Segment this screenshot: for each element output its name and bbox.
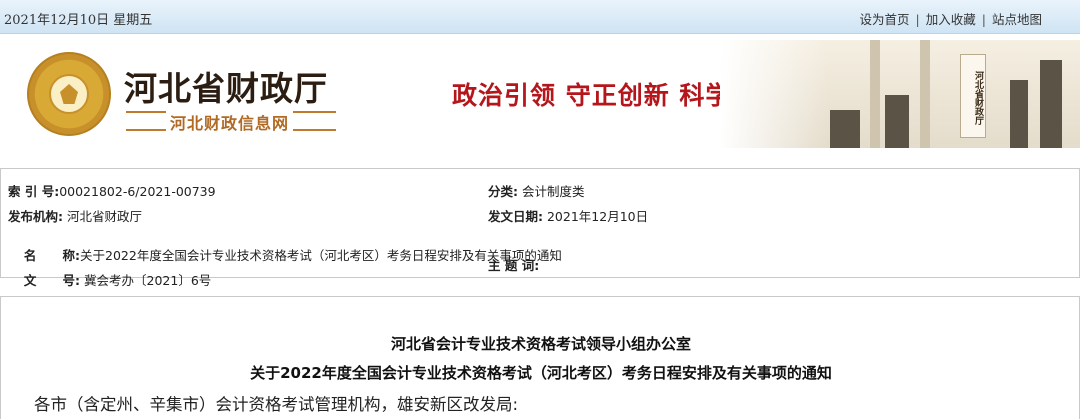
site-subtitle: 河北财政信息网 — [166, 110, 294, 134]
site-banner: 河北省财政厅 河北财政信息网 政治引领 守正创新 科学高效 竞进有为 河北省财政… — [0, 40, 1080, 148]
link-separator: | — [915, 12, 920, 27]
top-bar: 2021年12月10日 星期五 设为首页 | 加入收藏 | 站点地图 — [0, 0, 1080, 34]
category-label: 分类: — [488, 184, 518, 199]
issue-date-value: 2021年12月10日 — [546, 209, 649, 224]
issuer-heading: 河北省会计专业技术资格考试领导小组办公室 — [390, 335, 691, 353]
issue-date-label: 发文日期: — [488, 209, 543, 224]
link-separator: | — [981, 12, 986, 27]
top-links: 设为首页 | 加入收藏 | 站点地图 — [860, 9, 1042, 28]
current-date: 2021年12月10日 星期五 — [4, 13, 153, 28]
publisher-value: 河北省财政厅 — [66, 209, 142, 224]
doc-number-label: 文 号: — [23, 273, 81, 288]
add-favorites-link[interactable]: 加入收藏 — [926, 12, 976, 27]
building-photo: 河北省财政厅 — [720, 40, 1080, 148]
index-number-label: 索 引 号: — [8, 184, 60, 199]
publisher-row: 发布机构: 河北省财政厅 — [8, 206, 142, 225]
building-sign: 河北省财政厅 — [960, 54, 986, 138]
building-window — [830, 110, 860, 148]
subject-label: 主 题 词: — [488, 258, 540, 273]
emblem-inner — [49, 74, 89, 114]
building-window — [1010, 80, 1028, 148]
document-body: 河北省会计专业技术资格考试领导小组办公室 关于2022年度全国会计专业技术资格考… — [0, 296, 1080, 419]
notice-title: 关于2022年度全国会计专业技术资格考试（河北考区）考务日程安排及有关事项的通知 — [250, 364, 832, 382]
index-number-row: 索 引 号:00021802-6/2021-00739 — [8, 181, 216, 200]
building-column — [920, 40, 930, 148]
doc-number-value: 冀会考办〔2021〕6号 — [84, 273, 212, 288]
emblem-mark-icon — [60, 84, 78, 104]
subject-row: 主 题 词: — [488, 255, 539, 274]
category-value: 会计制度类 — [521, 184, 585, 199]
index-number-value: 00021802-6/2021-00739 — [59, 184, 216, 199]
publisher-label: 发布机构: — [8, 209, 63, 224]
set-homepage-link[interactable]: 设为首页 — [860, 12, 910, 27]
sitemap-link[interactable]: 站点地图 — [992, 12, 1042, 27]
building-window — [885, 95, 909, 148]
building-column — [870, 40, 880, 148]
emblem-logo[interactable] — [27, 52, 111, 136]
site-title: 河北省财政厅 — [124, 69, 328, 108]
issue-date-row: 发文日期: 2021年12月10日 — [488, 206, 648, 225]
building-window — [1040, 60, 1062, 148]
category-row: 分类: 会计制度类 — [488, 181, 585, 200]
document-metadata: 索 引 号:00021802-6/2021-00739 分类: 会计制度类 发布… — [0, 168, 1080, 288]
salutation: 各市（含定州、辛集市）会计资格考试管理机构，雄安新区改发局: — [34, 395, 519, 414]
